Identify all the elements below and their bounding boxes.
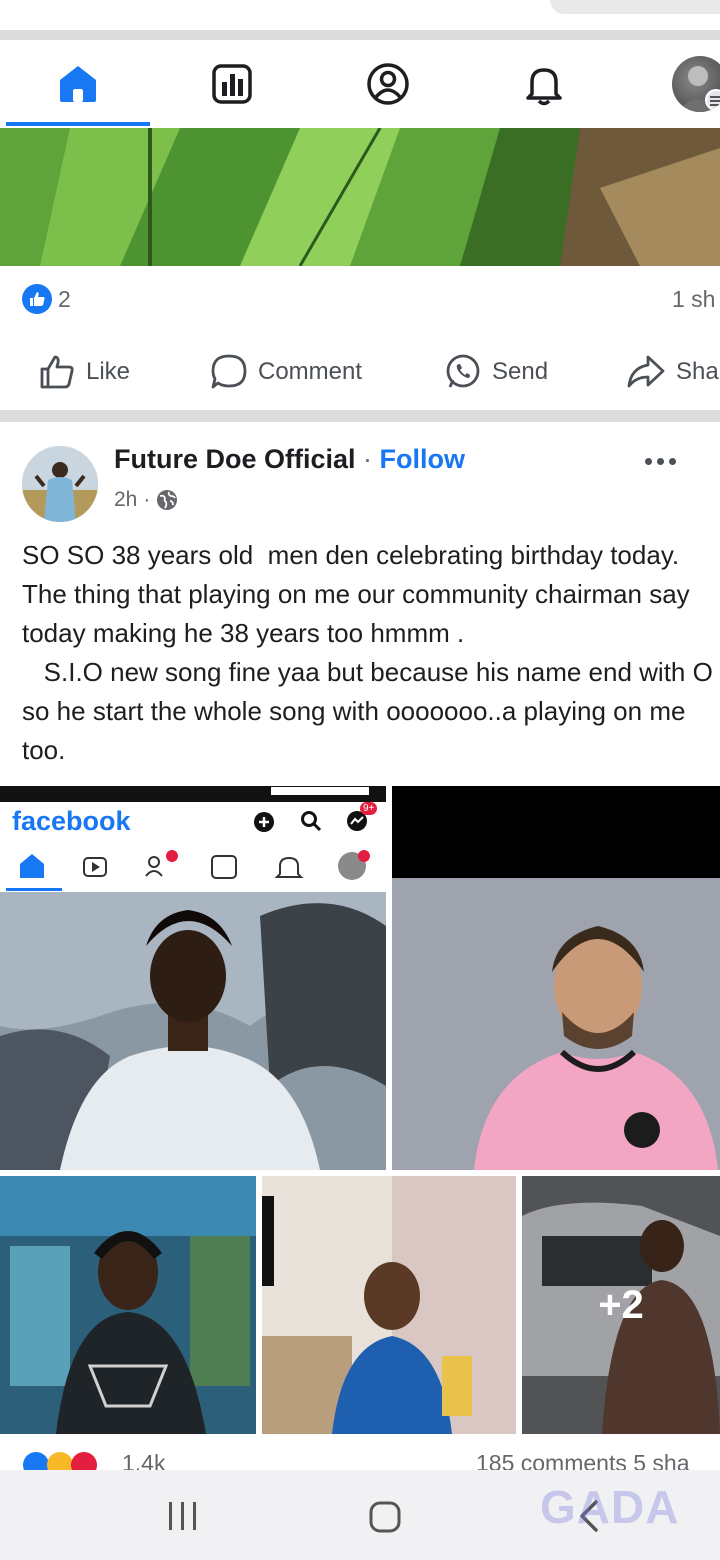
facebook-screenshot-image — [0, 786, 386, 1170]
follow-button[interactable]: Follow — [380, 444, 465, 474]
menu-avatar[interactable] — [672, 56, 720, 112]
send-label: Send — [492, 358, 549, 385]
active-tab-indicator — [6, 122, 150, 126]
post-photo-5[interactable]: +2 — [522, 1176, 720, 1434]
avatar-image — [22, 446, 98, 522]
more-options-button[interactable] — [636, 446, 684, 476]
top-pill — [550, 0, 720, 14]
divider — [0, 30, 720, 40]
author-name[interactable]: Future Doe Official — [114, 444, 356, 474]
whatsapp-icon — [446, 354, 480, 388]
post-photo-leaves[interactable] — [0, 128, 720, 266]
like-label: Like — [86, 358, 131, 385]
recents-icon[interactable] — [166, 1500, 200, 1532]
author-line: Future Doe Official · Follow — [114, 444, 465, 475]
dot — [644, 457, 652, 465]
post-photo-1[interactable]: facebook 9+ — [0, 786, 386, 1170]
top-nav-bar — [0, 40, 720, 128]
bell-icon — [526, 68, 562, 106]
profile-icon — [367, 63, 409, 105]
reactions-count[interactable]: 1.4k — [122, 1450, 165, 1470]
messenger-badge: 9+ — [360, 802, 378, 815]
like-button[interactable]: Like — [38, 336, 130, 408]
embedded-nav-icons — [6, 850, 370, 891]
like-reaction-icon — [22, 284, 52, 314]
home-icon — [60, 66, 96, 102]
comments-shares[interactable]: 185 comments 5 sha — [476, 1450, 690, 1470]
dot — [668, 457, 676, 465]
avatar — [678, 66, 720, 112]
post2-stats: 1.4k 185 comments 5 sha — [0, 1440, 720, 1470]
watermark: GADA — [540, 1481, 680, 1533]
blue-shirt-man-image — [262, 1176, 516, 1434]
plus-icon — [254, 812, 274, 832]
post-divider — [0, 410, 720, 422]
tab-home[interactable] — [18, 40, 138, 128]
send-button[interactable]: Send — [444, 336, 548, 408]
post-meta: 2h · — [114, 488, 178, 512]
home-button-icon[interactable] — [368, 1500, 402, 1534]
braids-man-image — [0, 1176, 256, 1434]
facebook-logo-text: facebook — [12, 806, 131, 836]
share-count[interactable]: 1 sh — [672, 286, 715, 313]
like-count: 2 — [58, 286, 71, 312]
share-label: Sha — [676, 358, 719, 385]
system-navigation-bar: GADA — [0, 1470, 720, 1560]
tab-profile[interactable] — [328, 40, 448, 128]
share-arrow-icon — [627, 355, 665, 388]
tab-notifications[interactable] — [484, 40, 604, 128]
post-text: SO SO 38 years old men den celebrating b… — [22, 540, 713, 765]
separator: · — [355, 444, 380, 474]
author-avatar[interactable] — [22, 446, 98, 522]
reaction-icons — [23, 1452, 97, 1470]
share-button[interactable]: Sha — [626, 336, 719, 408]
leaves-image — [0, 128, 720, 266]
post-actions: Like Comment Send Sha — [0, 336, 720, 408]
post-photo-3[interactable] — [0, 1176, 256, 1434]
globe-icon — [157, 490, 178, 510]
comment-button[interactable]: Comment — [210, 336, 362, 408]
comment-label: Comment — [258, 358, 363, 385]
reaction-summary[interactable]: 2 1 sh — [0, 266, 720, 332]
stats-icon — [212, 64, 252, 104]
dot — [656, 457, 664, 465]
more-photos-count: +2 — [598, 1282, 644, 1327]
tab-dashboard[interactable] — [172, 40, 292, 128]
post-photo-4[interactable] — [262, 1176, 516, 1434]
pink-jersey-player-image — [392, 786, 720, 1170]
post-time[interactable]: 2h — [114, 488, 137, 512]
meta-separator: · — [143, 488, 151, 511]
comment-icon — [211, 354, 247, 389]
post-photo-2[interactable] — [392, 786, 720, 1170]
search-icon — [301, 811, 322, 832]
thumbs-up-icon — [40, 355, 74, 389]
